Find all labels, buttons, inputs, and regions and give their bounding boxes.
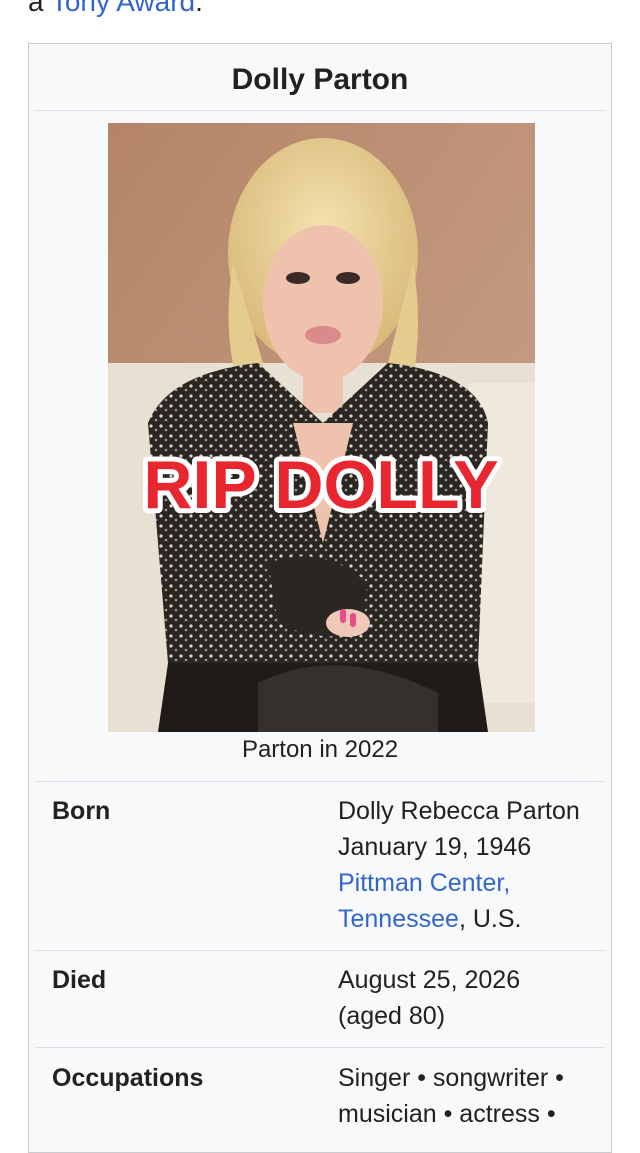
- born-place-suffix: , U.S.: [458, 905, 522, 933]
- overlay-text: RIP DOLLY: [143, 447, 498, 523]
- photo-illustration: RIP DOLLY RIP DOLLY: [108, 123, 535, 732]
- tony-award-link[interactable]: Tony Award: [51, 0, 195, 17]
- infobox: Dolly Parton RIP DOLLY RIP DOLLY Parton …: [28, 43, 612, 1153]
- born-place-line1: Pittman Center,: [338, 865, 510, 901]
- born-separator: [35, 950, 605, 951]
- photo-caption: Parton in 2022: [241, 736, 399, 763]
- occupations-label: Occupations: [52, 1064, 204, 1092]
- intro-text-line: a Tony Award.: [28, 0, 203, 18]
- face: [263, 225, 383, 381]
- born-name: Dolly Rebecca Parton: [338, 797, 580, 825]
- infobox-title: Dolly Parton: [231, 63, 409, 96]
- died-separator: [35, 1047, 605, 1048]
- pittman-center-link[interactable]: Pittman Center,: [338, 869, 510, 897]
- caption-separator: [35, 781, 605, 782]
- tennessee-link[interactable]: Tennessee: [338, 905, 459, 933]
- died-label: Died: [52, 966, 107, 994]
- infobox-photo[interactable]: RIP DOLLY RIP DOLLY: [108, 123, 535, 732]
- born-place-line2: Tennessee, U.S.: [338, 901, 521, 937]
- occupations-line2: musician • actress •: [338, 1100, 556, 1128]
- intro-suffix: .: [195, 0, 203, 17]
- occupations-line1: Singer • songwriter •: [338, 1064, 564, 1092]
- died-age: (aged 80): [338, 1002, 446, 1030]
- intro-prefix: a: [28, 0, 51, 17]
- born-label: Born: [52, 797, 111, 825]
- title-separator: [35, 110, 605, 111]
- died-date: August 25, 2026: [338, 966, 521, 994]
- born-date: January 19, 1946: [338, 833, 532, 861]
